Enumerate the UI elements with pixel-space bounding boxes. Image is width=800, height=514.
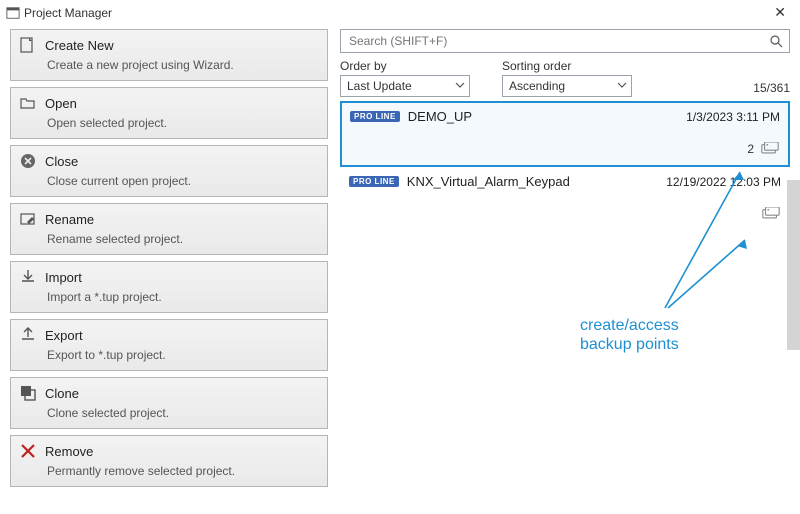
window-close-button[interactable]: ✕ xyxy=(768,4,792,21)
remove-x-icon xyxy=(19,442,37,460)
action-desc: Export to *.tup project. xyxy=(47,348,319,362)
action-title: Import xyxy=(45,270,82,285)
project-name: KNX_Virtual_Alarm_Keypad xyxy=(407,174,570,189)
import-icon xyxy=(19,268,37,286)
orderby-value: Last Update xyxy=(347,79,412,93)
rename-icon xyxy=(19,210,37,228)
close-action[interactable]: Close Close current open project. xyxy=(10,145,328,197)
create-new-action[interactable]: Create New Create a new project using Wi… xyxy=(10,29,328,81)
action-desc: Rename selected project. xyxy=(47,232,319,246)
project-timestamp: 1/3/2023 3:11 PM xyxy=(686,110,780,124)
pro-line-badge: PRO LINE xyxy=(350,111,400,122)
backup-count: 2 xyxy=(747,142,754,156)
project-item[interactable]: PRO LINE DEMO_UP 1/3/2023 3:11 PM 2 xyxy=(340,101,790,167)
action-title: Open xyxy=(45,96,77,111)
orderby-label: Order by xyxy=(340,59,470,73)
action-title: Close xyxy=(45,154,78,169)
action-title: Create New xyxy=(45,38,114,53)
chevron-down-icon xyxy=(617,79,627,93)
action-title: Export xyxy=(45,328,83,343)
new-file-icon xyxy=(19,36,37,54)
project-list: PRO LINE DEMO_UP 1/3/2023 3:11 PM 2 PRO … xyxy=(340,101,790,233)
sorting-value: Ascending xyxy=(509,79,565,93)
project-item[interactable]: PRO LINE KNX_Virtual_Alarm_Keypad 12/19/… xyxy=(340,167,790,233)
project-timestamp: 12/19/2022 12:03 PM xyxy=(666,175,781,189)
chevron-down-icon xyxy=(455,79,465,93)
open-action[interactable]: Open Open selected project. xyxy=(10,87,328,139)
pro-line-badge: PRO LINE xyxy=(349,176,399,187)
titlebar: Project Manager ✕ xyxy=(0,0,800,23)
action-sidebar: Create New Create a new project using Wi… xyxy=(10,29,328,487)
action-title: Remove xyxy=(45,444,93,459)
search-box[interactable] xyxy=(340,29,790,53)
sorting-label: Sorting order xyxy=(502,59,632,73)
project-name: DEMO_UP xyxy=(408,109,472,124)
export-action[interactable]: Export Export to *.tup project. xyxy=(10,319,328,371)
search-icon xyxy=(769,34,783,48)
clone-icon xyxy=(19,384,37,402)
action-title: Clone xyxy=(45,386,79,401)
action-desc: Clone selected project. xyxy=(47,406,319,420)
clone-action[interactable]: Clone Clone selected project. xyxy=(10,377,328,429)
window-title: Project Manager xyxy=(24,6,112,20)
action-title: Rename xyxy=(45,212,94,227)
remove-action[interactable]: Remove Permantly remove selected project… xyxy=(10,435,328,487)
folder-open-icon xyxy=(19,94,37,112)
export-icon xyxy=(19,326,37,344)
vertical-scrollbar[interactable] xyxy=(787,180,800,350)
rename-action[interactable]: Rename Rename selected project. xyxy=(10,203,328,255)
action-desc: Permantly remove selected project. xyxy=(47,464,319,478)
action-desc: Close current open project. xyxy=(47,174,319,188)
orderby-select[interactable]: Last Update xyxy=(340,75,470,97)
backup-icon[interactable] xyxy=(761,207,781,221)
result-count: 15/361 xyxy=(753,81,790,97)
backup-icon[interactable] xyxy=(760,142,780,156)
action-desc: Open selected project. xyxy=(47,116,319,130)
sorting-select[interactable]: Ascending xyxy=(502,75,632,97)
action-desc: Import a *.tup project. xyxy=(47,290,319,304)
project-list-panel: Order by Last Update Sorting order Ascen… xyxy=(340,29,790,487)
app-icon xyxy=(6,6,20,20)
close-circle-icon xyxy=(19,152,37,170)
action-desc: Create a new project using Wizard. xyxy=(47,58,319,72)
project-manager-window: Project Manager ✕ Create New Create a ne… xyxy=(0,0,800,514)
import-action[interactable]: Import Import a *.tup project. xyxy=(10,261,328,313)
search-input[interactable] xyxy=(347,33,769,49)
